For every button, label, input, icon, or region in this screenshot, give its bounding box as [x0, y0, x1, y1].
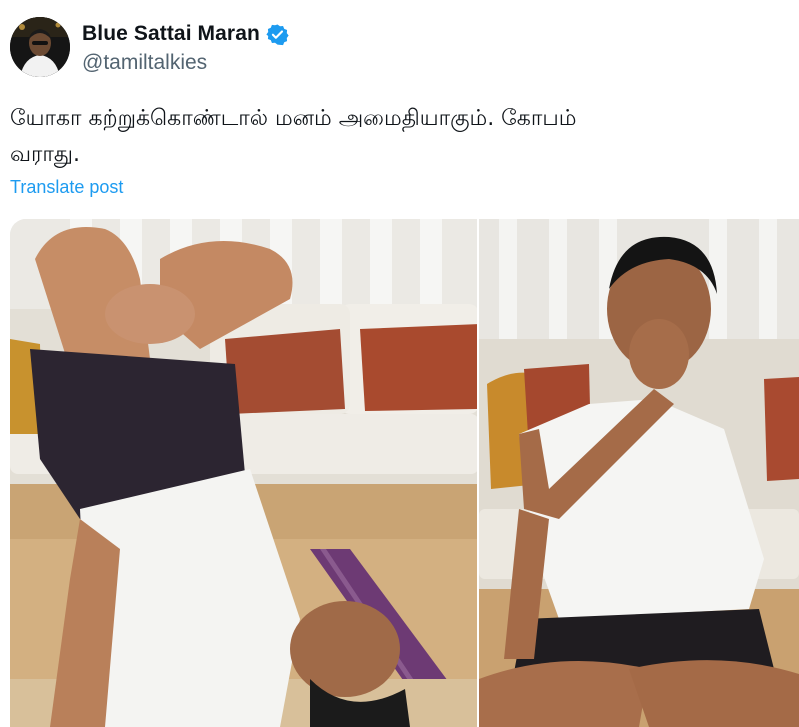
post-text-line-1: யோகா கற்றுக்கொண்டால் மனம் அமைதியாகும். க…	[10, 106, 577, 131]
post-media	[10, 219, 799, 727]
post-header: Blue Sattai Maran @tamiltalkies	[10, 16, 289, 78]
translate-post-link[interactable]: Translate post	[10, 177, 123, 198]
author-avatar[interactable]	[10, 17, 70, 77]
media-photo-1[interactable]	[10, 219, 479, 727]
verified-badge-icon	[266, 23, 289, 46]
author-handle[interactable]: @tamiltalkies	[82, 51, 289, 75]
author-display-name[interactable]: Blue Sattai Maran	[82, 22, 260, 46]
post-text: யோகா கற்றுக்கொண்டால் மனம் அமைதியாகும். க…	[10, 101, 799, 173]
media-photo-2[interactable]	[479, 219, 799, 727]
post-text-line-2: வராது.	[10, 142, 80, 167]
avatar-image	[10, 17, 70, 77]
